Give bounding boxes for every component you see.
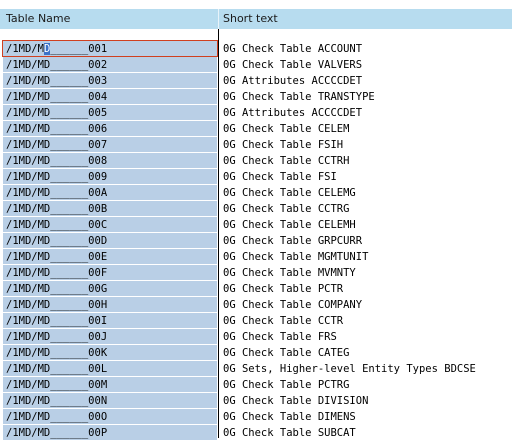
table-row[interactable]: /1MD/MD______009 0G Check Table FSI — [0, 169, 512, 185]
table-name-cell[interactable]: /1MD/MD______00J — [3, 329, 217, 344]
table-name-suffix: ______001 — [50, 43, 108, 55]
table-row[interactable]: /1MD/MD______00A 0G Check Table CELEMG — [0, 185, 512, 201]
table-name-prefix: /1MD/M — [6, 43, 44, 55]
table-name-cell[interactable]: /1MD/MD______00I — [3, 313, 217, 328]
table-row[interactable]: /1MD/MD______00K 0G Check Table CATEG — [0, 345, 512, 361]
table-row[interactable]: /1MD/MD______00C 0G Check Table CELEMH — [0, 217, 512, 233]
table-name-cell[interactable]: /1MD/MD______00O — [3, 409, 217, 424]
short-text-cell[interactable]: 0G Check Table GRPCURR — [221, 233, 512, 249]
column-header-table-name[interactable]: Table Name — [0, 9, 218, 29]
table-row[interactable]: /1MD/MD______00L 0G Sets, Higher-level En… — [0, 361, 512, 377]
table-row[interactable]: /1MD/MD______003 0G Attributes ACCCCDET — [0, 73, 512, 89]
table-body: /1MD/MD______001 0G Check Table ACCOUNT/1… — [0, 40, 512, 441]
table-row[interactable]: /1MD/MD______00O 0G Check Table DIMENS — [0, 409, 512, 425]
short-text-cell[interactable]: 0G Check Table CCTR — [221, 313, 512, 329]
table-name-cell[interactable]: /1MD/MD______00M — [3, 377, 217, 392]
table-row[interactable]: /1MD/MD______006 0G Check Table CELEM — [0, 121, 512, 137]
header-spacer — [0, 29, 512, 41]
table-row[interactable]: /1MD/MD______00F 0G Check Table MVMNTY — [0, 265, 512, 281]
table-row[interactable]: /1MD/MD______007 0G Check Table FSIH — [0, 137, 512, 153]
column-divider — [218, 29, 219, 438]
table-row[interactable]: /1MD/MD______00D 0G Check Table GRPCURR — [0, 233, 512, 249]
short-text-cell[interactable]: 0G Check Table VALVERS — [221, 57, 512, 73]
table-row[interactable]: /1MD/MD______005 0G Attributes ACCCCDET — [0, 105, 512, 121]
table-row[interactable]: /1MD/MD______00H 0G Check Table COMPANY — [0, 297, 512, 313]
short-text-cell[interactable]: 0G Check Table CELEMG — [221, 185, 512, 201]
table-row[interactable]: /1MD/MD______00I 0G Check Table CCTR — [0, 313, 512, 329]
table-name-cell[interactable]: /1MD/MD______004 — [3, 89, 217, 104]
table-name-cell[interactable]: /1MD/MD______007 — [3, 137, 217, 152]
top-strip — [0, 0, 512, 9]
short-text-cell[interactable]: 0G Check Table CCTRH — [221, 153, 512, 169]
table-name-cell[interactable]: /1MD/MD______00C — [3, 217, 217, 232]
short-text-cell[interactable]: 0G Sets, Higher-level Entity Types BDCSE — [221, 361, 512, 377]
table-name-cell[interactable]: /1MD/MD______00G — [3, 281, 217, 296]
short-text-cell[interactable]: 0G Check Table COMPANY — [221, 297, 512, 313]
short-text-cell[interactable]: 0G Check Table CATEG — [221, 345, 512, 361]
table-name-cell[interactable]: /1MD/MD______003 — [3, 73, 217, 88]
table-row[interactable]: /1MD/MD______004 0G Check Table TRANSTYPE — [0, 89, 512, 105]
table-name-cell[interactable]: /1MD/MD______00N — [3, 393, 217, 408]
table-row[interactable]: /1MD/MD______00J 0G Check Table FRS — [0, 329, 512, 345]
short-text-cell[interactable]: 0G Check Table CELEMH — [221, 217, 512, 233]
table-name-cell[interactable]: /1MD/MD______009 — [3, 169, 217, 184]
table-row[interactable]: /1MD/MD______00M 0G Check Table PCTRG — [0, 377, 512, 393]
column-header-row: Table Name Short text — [0, 9, 512, 29]
short-text-cell[interactable]: 0G Attributes ACCCCDET — [221, 73, 512, 89]
table-name-cell[interactable]: /1MD/MD______002 — [3, 57, 217, 72]
short-text-cell[interactable]: 0G Check Table ACCOUNT — [221, 41, 512, 57]
short-text-cell[interactable]: 0G Check Table MVMNTY — [221, 265, 512, 281]
table-name-cell[interactable]: /1MD/MD______00B — [3, 201, 217, 216]
short-text-cell[interactable]: 0G Check Table SUBCAT — [221, 425, 512, 441]
table-row[interactable]: /1MD/MD______00E 0G Check Table MGMTUNIT — [0, 249, 512, 265]
column-header-short-text[interactable]: Short text — [219, 9, 512, 29]
table-name-cell[interactable]: /1MD/MD______00F — [3, 265, 217, 280]
short-text-cell[interactable]: 0G Check Table FSIH — [221, 137, 512, 153]
short-text-cell[interactable]: 0G Attributes ACCCCDET — [221, 105, 512, 121]
table-name-cell[interactable]: /1MD/MD______005 — [3, 105, 217, 120]
table-row[interactable]: /1MD/MD______008 0G Check Table CCTRH — [0, 153, 512, 169]
short-text-cell[interactable]: 0G Check Table DIVISION — [221, 393, 512, 409]
table-name-cell[interactable]: /1MD/MD______00K — [3, 345, 217, 360]
table-name-cell[interactable]: /1MD/MD______00H — [3, 297, 217, 312]
table-grid: Table Name Short text /1MD/MD______001 0G… — [0, 0, 512, 441]
short-text-cell[interactable]: 0G Check Table PCTR — [221, 281, 512, 297]
table-name-cell[interactable]: /1MD/MD______008 — [3, 153, 217, 168]
table-name-cell[interactable]: /1MD/MD______00E — [3, 249, 217, 264]
table-row[interactable]: /1MD/MD______00B 0G Check Table CCTRG — [0, 201, 512, 217]
table-name-cell[interactable]: /1MD/MD______006 — [3, 121, 217, 136]
table-row[interactable]: /1MD/MD______00G 0G Check Table PCTR — [0, 281, 512, 297]
table-name-cell[interactable]: /1MD/MD______001 — [2, 40, 218, 57]
short-text-cell[interactable]: 0G Check Table CELEM — [221, 121, 512, 137]
short-text-cell[interactable]: 0G Check Table MGMTUNIT — [221, 249, 512, 265]
table-row[interactable]: /1MD/MD______00P 0G Check Table SUBCAT — [0, 425, 512, 441]
short-text-cell[interactable]: 0G Check Table PCTRG — [221, 377, 512, 393]
short-text-cell[interactable]: 0G Check Table CCTRG — [221, 201, 512, 217]
table-name-cell[interactable]: /1MD/MD______00L — [3, 361, 217, 376]
table-name-cell[interactable]: /1MD/MD______00D — [3, 233, 217, 248]
short-text-cell[interactable]: 0G Check Table FRS — [221, 329, 512, 345]
table-row[interactable]: /1MD/MD______001 0G Check Table ACCOUNT — [0, 40, 512, 57]
short-text-cell[interactable]: 0G Check Table DIMENS — [221, 409, 512, 425]
short-text-cell[interactable]: 0G Check Table TRANSTYPE — [221, 89, 512, 105]
table-row[interactable]: /1MD/MD______002 0G Check Table VALVERS — [0, 57, 512, 73]
table-name-cell[interactable]: /1MD/MD______00A — [3, 185, 217, 200]
table-row[interactable]: /1MD/MD______00N 0G Check Table DIVISION — [0, 393, 512, 409]
short-text-cell[interactable]: 0G Check Table FSI — [221, 169, 512, 185]
